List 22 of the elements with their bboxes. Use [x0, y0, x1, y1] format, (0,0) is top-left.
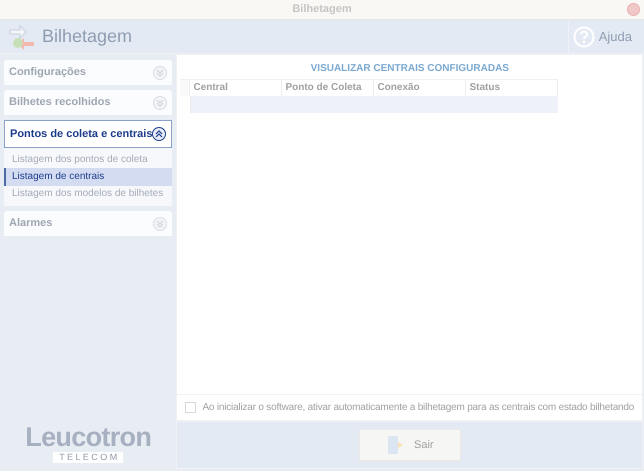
sidebar-item[interactable]: Listagem dos modelos de bilhetes	[4, 186, 172, 202]
header-title: Bilhetagem	[42, 25, 132, 48]
logo-name: Leucotron	[25, 422, 152, 452]
sidebar-item[interactable]: Listagem dos pontos de coleta	[4, 152, 172, 168]
checkbox-label: Ao inicializar o software, ativar automaticamente a bilhetagem para as centrais com estado bilhetando	[202, 401, 634, 415]
section-header[interactable]: Bilhetes recolhidos	[4, 90, 172, 115]
content-title: VISUALIZAR CENTRAIS CONFIGURADAS	[310, 62, 510, 76]
expand-icon	[153, 216, 168, 230]
section-header[interactable]: Configurações	[4, 60, 172, 85]
sidebar-item[interactable]: Listagem de centrais	[4, 168, 172, 186]
collapse-icon	[152, 127, 166, 141]
help-icon	[572, 26, 595, 48]
section-header[interactable]: Alarmes	[4, 211, 172, 236]
logo-tagline: T E L E C O M	[53, 452, 124, 463]
exit-button[interactable]: Sair	[358, 429, 461, 461]
checkbox[interactable]	[185, 402, 196, 413]
expand-icon	[153, 96, 168, 110]
transfer-arrows-icon	[8, 22, 36, 50]
expand-icon	[153, 66, 168, 80]
section-header[interactable]: Pontos de coleta e centrais	[4, 120, 172, 148]
close-button[interactable]	[627, 3, 640, 16]
help-button[interactable]: Ajuda	[568, 20, 636, 52]
